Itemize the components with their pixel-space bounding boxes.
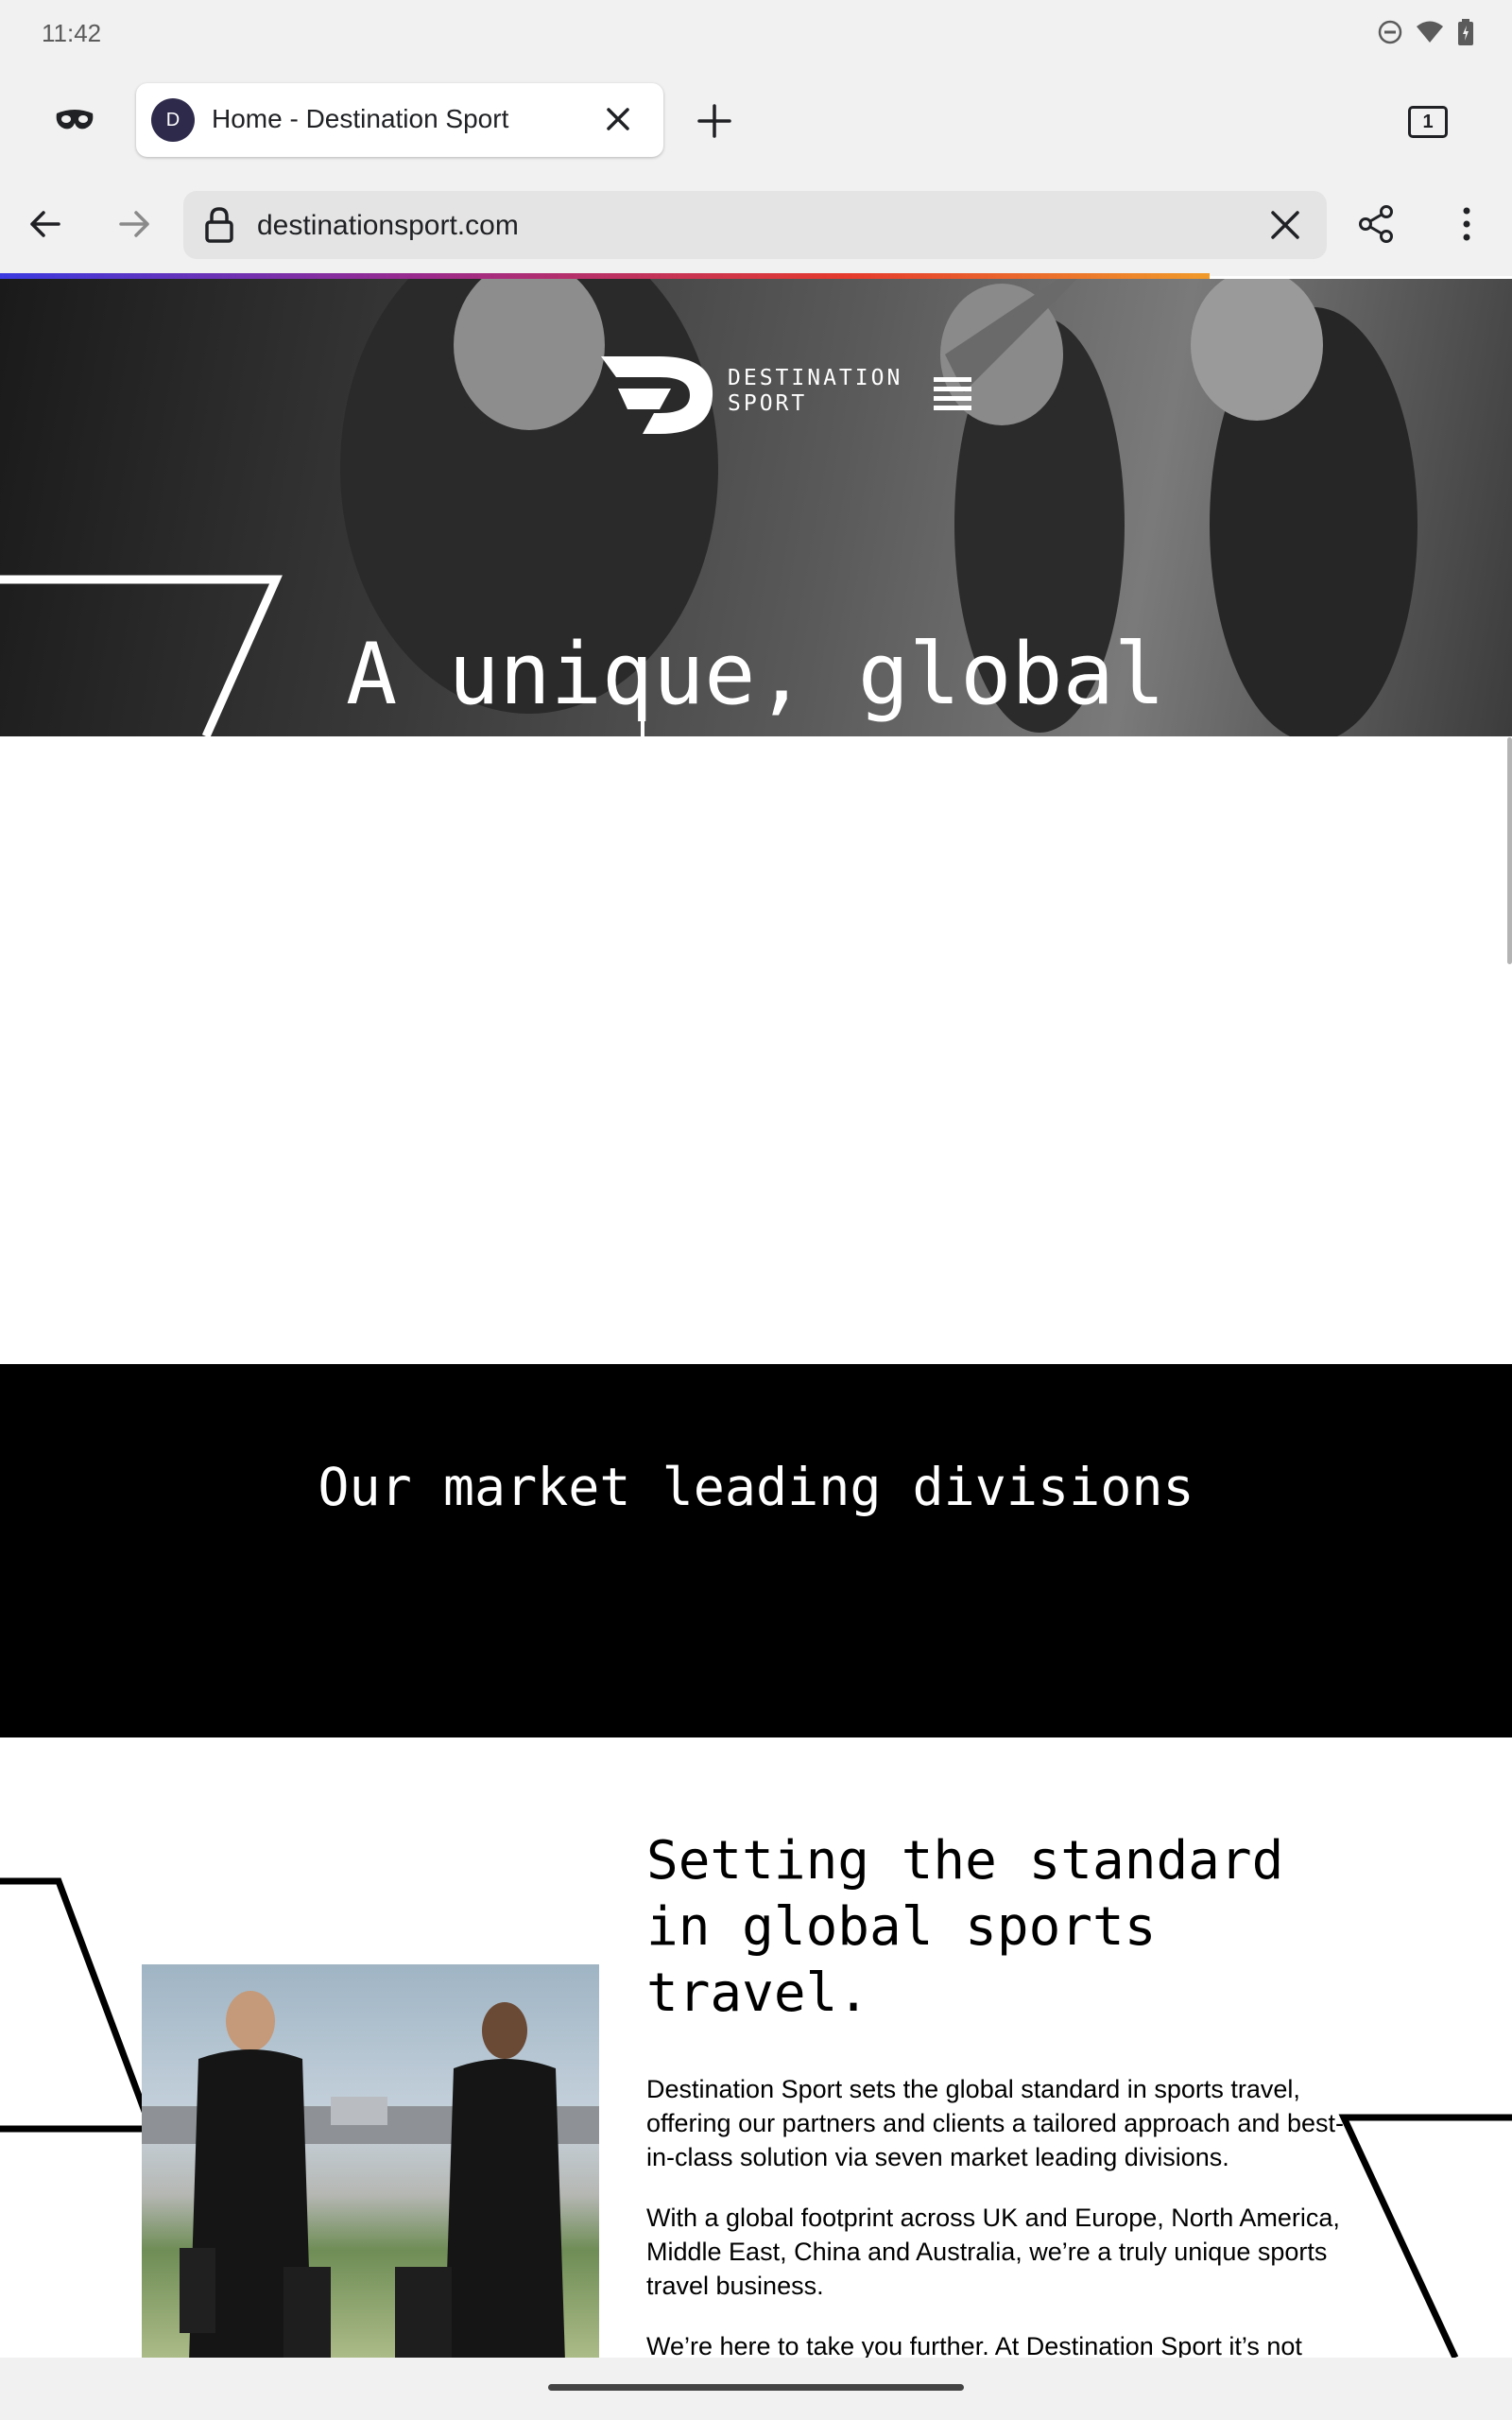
about-paragraph: With a global footprint across UK and Eu…: [646, 2204, 1340, 2300]
about-section: Setting the standard in global sports tr…: [0, 1737, 1512, 2358]
about-copy: Destination Sport sets the global standa…: [646, 2072, 1346, 2358]
status-time: 11:42: [42, 19, 102, 47]
browser-toolbar: destinationsport.com: [0, 172, 1512, 276]
tab-switcher-button[interactable]: 1: [1408, 106, 1448, 138]
hero-headline: A unique, global: [346, 625, 1165, 724]
tab-favicon: D: [151, 98, 195, 142]
brand-line-1: DESTINATION: [728, 366, 903, 390]
more-vert-icon[interactable]: [1446, 203, 1487, 245]
status-icons: [1378, 19, 1474, 45]
url-text[interactable]: destinationsport.com: [257, 210, 519, 242]
share-icon[interactable]: [1355, 203, 1397, 245]
about-title: Setting the standard in global sports tr…: [646, 1830, 1284, 2024]
status-bar: 11:42: [0, 0, 1512, 68]
close-tab-icon[interactable]: [601, 102, 635, 136]
hero-banner: DESTINATION SPORT A unique, global: [0, 279, 1512, 736]
brand-line-2: SPORT: [728, 391, 808, 416]
brand-wordmark: DESTINATION SPORT: [728, 366, 902, 417]
divisions-heading: Our market leading divisions: [318, 1457, 1194, 1517]
battery-icon: [1458, 19, 1473, 45]
tab-title: Home - Destination Sport: [212, 104, 509, 133]
new-tab-plus-icon[interactable]: [696, 102, 733, 140]
hamburger-icon[interactable]: [934, 375, 971, 413]
do-not-disturb-icon: [1378, 20, 1402, 44]
incognito-icon[interactable]: [53, 102, 96, 136]
gesture-nav-bar: [0, 2358, 1512, 2420]
tab-strip: D Home - Destination Sport 1: [0, 68, 1512, 172]
clear-url-icon[interactable]: [1266, 206, 1304, 244]
about-paragraph: Destination Sport sets the global standa…: [646, 2075, 1344, 2171]
lock-icon[interactable]: [202, 206, 236, 244]
forward-arrow-icon[interactable]: [113, 203, 155, 245]
about-paragraph: We’re here to take you further. At Desti…: [646, 2332, 1302, 2358]
page-scrollbar[interactable]: [1507, 737, 1512, 964]
home-gesture-handle[interactable]: [548, 2384, 964, 2391]
photo-illustration: [142, 1991, 599, 2358]
divisions-section: Our market leading divisions: [0, 1364, 1512, 1737]
destination-sport-logo[interactable]: [601, 354, 714, 436]
team-travel-photo: [142, 1964, 599, 2358]
wifi-icon: [1417, 21, 1443, 43]
tab-active[interactable]: D Home - Destination Sport: [136, 83, 663, 157]
content-loading-area: [0, 736, 1512, 1364]
address-bar[interactable]: destinationsport.com: [183, 191, 1327, 259]
back-arrow-icon[interactable]: [25, 203, 66, 245]
